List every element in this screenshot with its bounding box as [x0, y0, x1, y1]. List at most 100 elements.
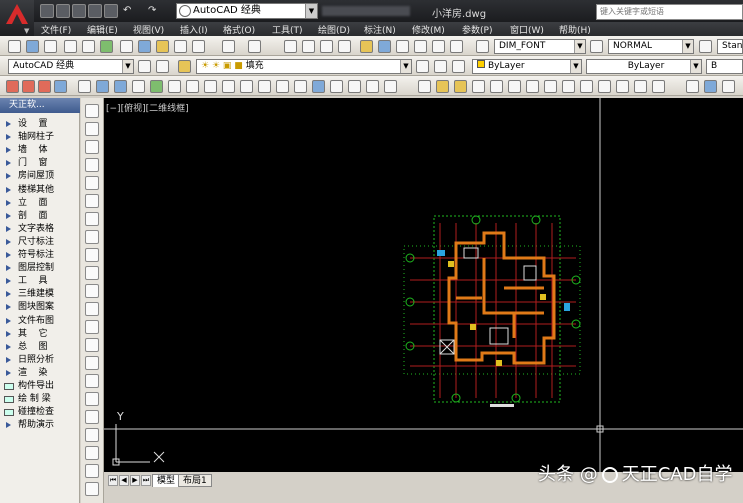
paste-icon[interactable]	[156, 40, 169, 53]
draw-tool-icon[interactable]	[85, 284, 99, 298]
tool-22-icon[interactable]	[384, 80, 397, 93]
cut-icon[interactable]	[120, 40, 133, 53]
draw-tool-icon[interactable]	[85, 428, 99, 442]
tool-31-icon[interactable]	[562, 80, 575, 93]
tool-20-icon[interactable]	[348, 80, 361, 93]
tool-10-icon[interactable]	[168, 80, 181, 93]
tianzheng-item[interactable]: 日照分析	[0, 354, 80, 367]
tab-layout1[interactable]: 布局1	[178, 474, 212, 487]
zoom-prev-icon[interactable]	[338, 40, 351, 53]
tool-5-icon[interactable]	[78, 80, 91, 93]
draw-tool-icon[interactable]	[85, 392, 99, 406]
tianzheng-item[interactable]: 图块图案	[0, 301, 80, 314]
redo-icon[interactable]	[248, 40, 261, 53]
tianzheng-item[interactable]: 墙 体	[0, 144, 80, 157]
tool-26-icon[interactable]	[472, 80, 485, 93]
zoom-window-icon[interactable]	[320, 40, 333, 53]
draw-tool-icon[interactable]	[85, 302, 99, 316]
draw-tool-icon[interactable]	[85, 320, 99, 334]
layer-state-icon[interactable]	[434, 60, 447, 73]
menu-parameter[interactable]: 参数(P)	[462, 23, 492, 36]
draw-tool-icon[interactable]	[85, 338, 99, 352]
tool-25-icon[interactable]	[454, 80, 467, 93]
block-icon[interactable]	[192, 40, 205, 53]
draw-tool-icon[interactable]	[85, 356, 99, 370]
menu-tools[interactable]: 工具(T)	[272, 23, 303, 36]
properties-icon[interactable]	[360, 40, 373, 53]
settings-icon[interactable]	[138, 60, 151, 73]
first-tab-icon[interactable]: ⏮	[108, 475, 118, 486]
tablestyle-icon[interactable]	[699, 40, 712, 53]
print-icon[interactable]	[64, 40, 77, 53]
tool-13-icon[interactable]	[222, 80, 235, 93]
new-icon[interactable]	[8, 40, 21, 53]
tool-27-icon[interactable]	[490, 80, 503, 93]
undo-icon[interactable]: ↶	[123, 5, 131, 16]
palette-icon[interactable]	[396, 40, 409, 53]
tool-39-icon[interactable]	[722, 80, 735, 93]
menu-dimension[interactable]: 标注(N)	[364, 23, 396, 36]
pan-icon[interactable]	[284, 40, 297, 53]
menu-help[interactable]: 帮助(H)	[559, 23, 591, 36]
draw-tool-icon[interactable]	[85, 266, 99, 280]
draw-tool-icon[interactable]	[85, 104, 99, 118]
draw-tool-icon[interactable]	[85, 374, 99, 388]
tool-4-icon[interactable]	[54, 80, 67, 93]
tool-34-icon[interactable]	[616, 80, 629, 93]
last-tab-icon[interactable]: ⏭	[141, 475, 151, 486]
tool-14-icon[interactable]	[240, 80, 253, 93]
tianzheng-item[interactable]: 构件导出	[0, 380, 80, 393]
tianzheng-item[interactable]: 渲 染	[0, 367, 80, 380]
preview-icon[interactable]	[82, 40, 95, 53]
tool-18-icon[interactable]	[312, 80, 325, 93]
tianzheng-item[interactable]: 绘 制 梁	[0, 393, 80, 406]
tianzheng-item[interactable]: 门 窗	[0, 157, 80, 170]
tianzheng-item[interactable]: 楼梯其他	[0, 184, 80, 197]
tool-32-icon[interactable]	[580, 80, 593, 93]
calc-icon[interactable]	[450, 40, 463, 53]
tool-15-icon[interactable]	[258, 80, 271, 93]
tianzheng-item[interactable]: 房间屋顶	[0, 170, 80, 183]
dimstyle-icon[interactable]	[590, 40, 603, 53]
open-icon[interactable]	[26, 40, 39, 53]
markup-icon[interactable]	[432, 40, 445, 53]
tool-38-icon[interactable]	[704, 80, 717, 93]
menu-format[interactable]: 格式(O)	[223, 23, 255, 36]
tool-2-icon[interactable]	[22, 80, 35, 93]
next-tab-icon[interactable]: ▶	[130, 475, 140, 486]
tianzheng-item[interactable]: 图层控制	[0, 262, 80, 275]
tab-model[interactable]: 模型	[152, 474, 181, 487]
textstyle-icon[interactable]	[476, 40, 489, 53]
tool-19-icon[interactable]	[330, 80, 343, 93]
tool-7-icon[interactable]	[114, 80, 127, 93]
tool-29-icon[interactable]	[526, 80, 539, 93]
tool-33-icon[interactable]	[598, 80, 611, 93]
draw-tool-icon[interactable]	[85, 176, 99, 190]
tianzheng-item[interactable]: 设 置	[0, 118, 80, 131]
tianzheng-item[interactable]: 剖 面	[0, 210, 80, 223]
copy-icon[interactable]	[138, 40, 151, 53]
draw-tool-icon[interactable]	[85, 410, 99, 424]
tianzheng-item[interactable]: 三维建模	[0, 288, 80, 301]
layer-manager-icon[interactable]	[178, 60, 191, 73]
undo-icon[interactable]	[222, 40, 235, 53]
tianzheng-item[interactable]: 其 它	[0, 328, 80, 341]
open-icon[interactable]	[56, 4, 70, 18]
tool-28-icon[interactable]	[508, 80, 521, 93]
table-style-select[interactable]: Standa	[717, 39, 743, 54]
prev-tab-icon[interactable]: ◀	[119, 475, 129, 486]
tool-11-icon[interactable]	[186, 80, 199, 93]
linetype-select[interactable]: ByLayer ▼	[586, 59, 702, 74]
saveas-icon[interactable]	[88, 4, 102, 18]
tianzheng-item[interactable]: 文件布图	[0, 315, 80, 328]
tool-30-icon[interactable]	[544, 80, 557, 93]
tianzheng-item[interactable]: 碰撞检查	[0, 406, 80, 419]
tool-3-icon[interactable]	[38, 80, 51, 93]
layer-iso-icon[interactable]	[452, 60, 465, 73]
workspace-select[interactable]: AutoCAD 经典 ▼	[8, 59, 134, 74]
tianzheng-item[interactable]: 工 具	[0, 275, 80, 288]
publish-icon[interactable]	[100, 40, 113, 53]
tianzheng-item[interactable]: 总 图	[0, 341, 80, 354]
layer-select[interactable]: ☀ ☀ ▣ ■ 填充 ▼	[196, 59, 412, 74]
drawing-canvas[interactable]: [−][俯视][二维线框] Y	[104, 98, 743, 472]
